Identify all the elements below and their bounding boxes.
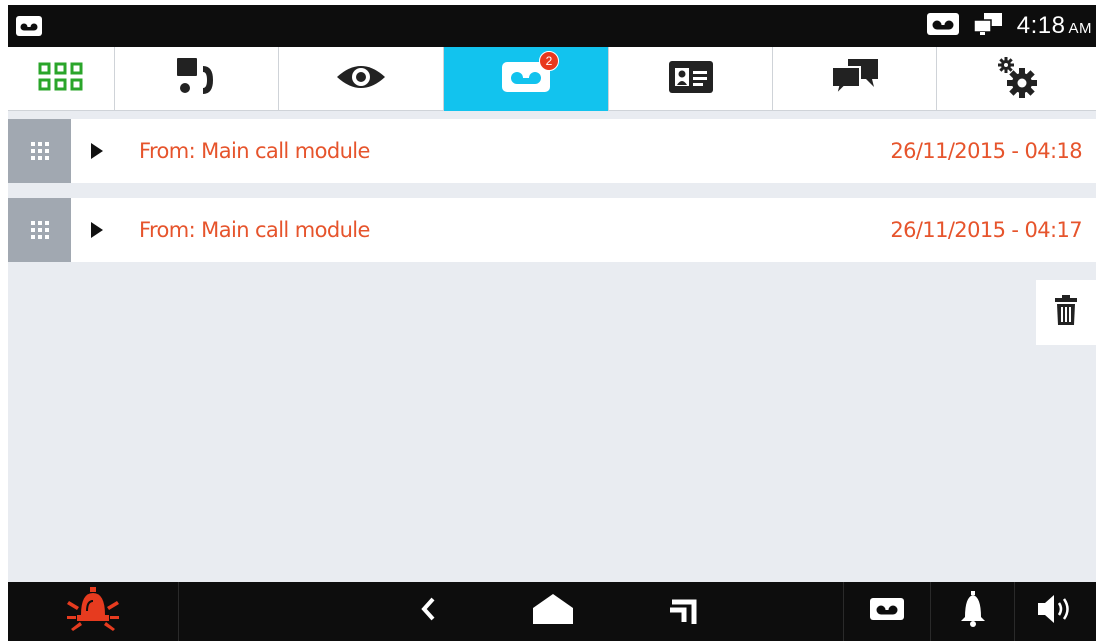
message-sender: From: Main call module <box>139 139 370 163</box>
back-button[interactable] <box>393 582 463 641</box>
bell-button[interactable] <box>931 582 1014 641</box>
message-list: From: Main call module 26/11/2015 - 04:1… <box>8 119 1096 277</box>
recent-apps-button[interactable] <box>648 582 718 641</box>
play-icon[interactable] <box>91 222 103 238</box>
back-icon <box>420 597 436 626</box>
home-icon <box>532 593 574 630</box>
delete-button[interactable] <box>1036 280 1096 345</box>
list-item[interactable]: From: Main call module 26/11/2015 - 04:1… <box>8 198 1096 262</box>
contact-card-icon <box>668 60 714 99</box>
intercom-call-icon <box>175 56 219 103</box>
message-date: 26/11/2015 - 04:17 <box>890 218 1082 242</box>
volume-button[interactable] <box>1015 582 1096 641</box>
chat-bubbles-icon <box>830 57 880 102</box>
clock: 4:18 AM <box>1016 12 1092 39</box>
list-item[interactable]: From: Main call module 26/11/2015 - 04:1… <box>8 119 1096 183</box>
tab-video-view[interactable] <box>279 47 444 111</box>
tab-bar: 2 <box>8 47 1096 111</box>
alarm-button[interactable] <box>8 582 178 641</box>
recent-apps-icon <box>668 594 698 629</box>
voicemail-icon <box>870 598 904 625</box>
tab-messages[interactable] <box>773 47 937 111</box>
network-icon <box>973 12 1003 41</box>
tab-contacts[interactable] <box>609 47 773 111</box>
tab-settings[interactable] <box>937 47 1096 111</box>
volume-icon <box>1036 594 1076 629</box>
voicemail-icon <box>926 12 959 40</box>
keypad-icon <box>8 119 71 183</box>
bell-icon <box>959 591 987 632</box>
unread-badge: 2 <box>539 51 559 71</box>
tab-apps[interactable] <box>8 47 115 111</box>
apps-grid-icon <box>38 61 84 98</box>
settings-gears-icon <box>996 55 1038 104</box>
home-button[interactable] <box>518 582 588 641</box>
status-bar: 4:18 AM <box>8 5 1096 47</box>
tab-voicemail[interactable]: 2 <box>444 47 609 111</box>
navigation-bar <box>8 582 1096 641</box>
message-sender: From: Main call module <box>139 218 370 242</box>
trash-icon <box>1055 295 1077 330</box>
keypad-icon <box>8 198 71 262</box>
play-icon[interactable] <box>91 143 103 159</box>
voicemail-button[interactable] <box>844 582 930 641</box>
screen: 4:18 AM 2 From: Main call module 26/11/2… <box>8 5 1096 641</box>
tab-intercom[interactable] <box>115 47 279 111</box>
alarm-icon <box>67 587 119 636</box>
eye-icon <box>335 61 387 98</box>
message-date: 26/11/2015 - 04:18 <box>890 139 1082 163</box>
voicemail-icon <box>16 16 42 41</box>
